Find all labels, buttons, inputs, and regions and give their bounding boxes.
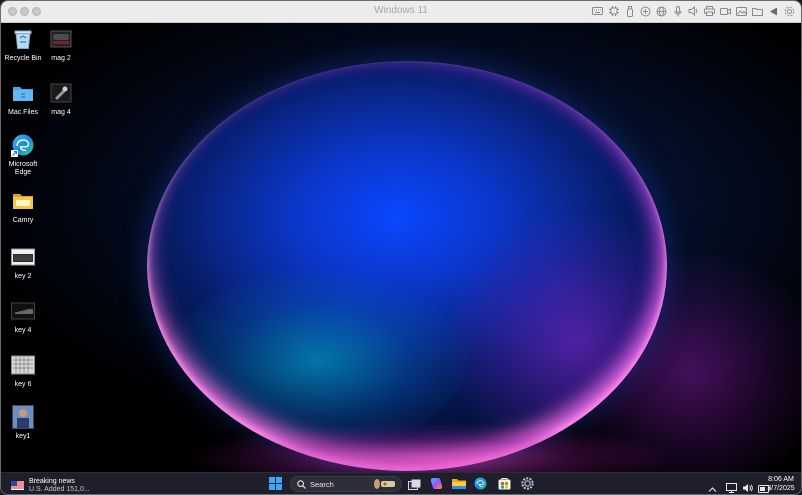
play-back-icon[interactable] [768,5,779,17]
news-headline: Breaking news [29,477,75,485]
keyboard-icon[interactable] [592,5,603,17]
desktop-icon-camry[interactable]: Camry [1,189,45,225]
search-label: Search [310,479,334,489]
printer-icon[interactable] [704,5,715,17]
image-file-icon [49,81,73,105]
system-tray [708,478,770,494]
chevron-up-icon[interactable] [708,478,717,494]
taskbar-search[interactable]: Search [290,476,402,492]
volume-icon[interactable] [742,478,753,494]
wallpaper-bloom [147,61,667,471]
file-explorer-button[interactable] [450,476,467,493]
store-button[interactable] [496,476,513,493]
folder-icon[interactable] [752,5,763,17]
desktop-icon-key-2[interactable]: key 2 [1,245,45,281]
start-icon [269,475,282,494]
image-file-icon [11,299,35,323]
clock-date: 3/7/2025 [767,485,795,492]
copilot-icon [430,475,443,494]
cpu-icon[interactable] [608,5,619,17]
desktop-icon-key1[interactable]: key1 [1,405,45,441]
usb-icon[interactable] [624,5,635,17]
desktop-icon-key-4[interactable]: key 4 [1,299,45,335]
gear-icon[interactable] [784,5,795,17]
image-icon[interactable] [736,5,747,17]
image-file-icon [49,27,73,51]
recycle-bin-icon [11,27,35,51]
settings-icon [521,475,534,494]
copilot-button[interactable] [428,476,445,493]
folder-icon [11,189,35,213]
desktop-icon-key-6[interactable]: key 6 [1,353,45,389]
taskbar: Breaking news U.S. Added 151,0... Search [1,472,801,494]
camera-icon[interactable] [720,5,731,17]
desktop-icon-mag-2[interactable]: mag 2 [39,27,83,63]
edge-icon [11,133,35,157]
titlebar-toolbar [592,5,795,17]
task-view-icon [408,475,421,494]
store-icon [498,475,511,494]
image-file-icon [11,353,35,377]
desktop-icon-mag-4[interactable]: mag 4 [39,81,83,117]
desktop[interactable]: Recycle Bin mag 2 Mac Files mag 4 Micros… [1,23,801,472]
flag-icon [11,476,24,494]
network-icon[interactable] [640,5,651,17]
file-explorer-icon [451,475,466,494]
task-view-button[interactable] [406,476,423,493]
title-bar[interactable]: Windows 11 [1,1,801,23]
microphone-icon[interactable] [672,5,683,17]
image-file-icon [11,405,35,429]
news-widget[interactable]: Breaking news U.S. Added 151,0... [11,476,90,494]
start-button[interactable] [267,476,284,493]
settings-button[interactable] [519,476,536,493]
speaker-icon[interactable] [688,5,699,17]
news-subtext: U.S. Added 151,0... [29,485,90,493]
image-file-icon [11,245,35,269]
clock-time: 8:06 AM [768,476,794,483]
search-icon [297,479,306,489]
search-highlight-icon [371,478,397,490]
taskbar-clock[interactable]: 8:06 AM 3/7/2025 [763,475,799,493]
desktop-icon-microsoft-edge[interactable]: Microsoft Edge [1,133,45,177]
edge-icon [474,475,487,494]
vm-window: Windows 11 Recycle Bin mag 2 Mac Files m… [0,0,802,495]
edge-taskbar-button[interactable] [472,476,489,493]
folder-icon [11,81,35,105]
globe-icon[interactable] [656,5,667,17]
network-icon[interactable] [726,478,737,494]
